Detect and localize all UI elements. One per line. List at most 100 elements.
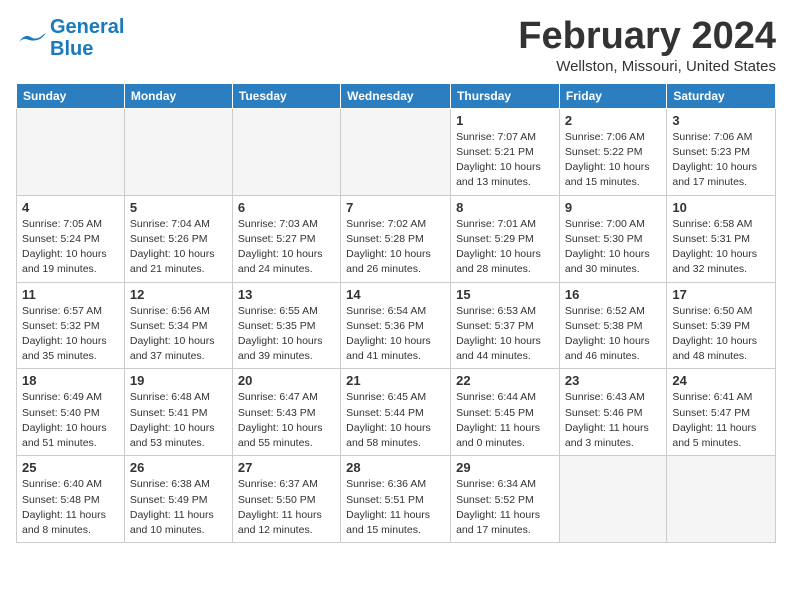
calendar-cell: 16 Sunrise: 6:52 AMSunset: 5:38 PMDayligh… bbox=[559, 282, 666, 369]
calendar-cell: 3 Sunrise: 7:06 AMSunset: 5:23 PMDaylight… bbox=[667, 108, 776, 195]
day-number: 22 bbox=[456, 373, 554, 388]
title-area: February 2024 Wellston, Missouri, United… bbox=[518, 16, 776, 75]
calendar-week-row: 11 Sunrise: 6:57 AMSunset: 5:32 PMDayligh… bbox=[17, 282, 776, 369]
day-number: 28 bbox=[346, 460, 445, 475]
calendar-cell: 26 Sunrise: 6:38 AMSunset: 5:49 PMDayligh… bbox=[124, 456, 232, 543]
calendar-cell: 5 Sunrise: 7:04 AMSunset: 5:26 PMDaylight… bbox=[124, 195, 232, 282]
calendar-cell: 25 Sunrise: 6:40 AMSunset: 5:48 PMDayligh… bbox=[17, 456, 125, 543]
day-info: Sunrise: 6:56 AMSunset: 5:34 PMDaylight:… bbox=[130, 304, 227, 365]
calendar-cell: 4 Sunrise: 7:05 AMSunset: 5:24 PMDaylight… bbox=[17, 195, 125, 282]
weekday-header-monday: Monday bbox=[124, 83, 232, 108]
day-info: Sunrise: 6:58 AMSunset: 5:31 PMDaylight:… bbox=[672, 217, 770, 278]
day-info: Sunrise: 7:03 AMSunset: 5:27 PMDaylight:… bbox=[238, 217, 335, 278]
calendar-week-row: 25 Sunrise: 6:40 AMSunset: 5:48 PMDayligh… bbox=[17, 456, 776, 543]
day-number: 7 bbox=[346, 200, 445, 215]
day-info: Sunrise: 6:53 AMSunset: 5:37 PMDaylight:… bbox=[456, 304, 554, 365]
calendar-cell: 27Sunrise: 6:37 AMSunset: 5:50 PMDayligh… bbox=[232, 456, 340, 543]
day-number: 1 bbox=[456, 113, 554, 128]
calendar-table: SundayMondayTuesdayWednesdayThursdayFrid… bbox=[16, 83, 776, 543]
day-number: 5 bbox=[130, 200, 227, 215]
calendar-cell: 20 Sunrise: 6:47 AMSunset: 5:43 PMDayligh… bbox=[232, 369, 340, 456]
weekday-header-saturday: Saturday bbox=[667, 83, 776, 108]
day-info: Sunrise: 6:41 AMSunset: 5:47 PMDaylight:… bbox=[672, 390, 770, 451]
weekday-header-tuesday: Tuesday bbox=[232, 83, 340, 108]
day-number: 16 bbox=[565, 287, 661, 302]
day-info: Sunrise: 7:02 AMSunset: 5:28 PMDaylight:… bbox=[346, 217, 445, 278]
day-number: 20 bbox=[238, 373, 335, 388]
day-info: Sunrise: 7:07 AMSunset: 5:21 PMDaylight:… bbox=[456, 130, 554, 191]
logo-line2: Blue bbox=[50, 38, 93, 60]
calendar-cell: 17 Sunrise: 6:50 AMSunset: 5:39 PMDayligh… bbox=[667, 282, 776, 369]
day-info: Sunrise: 6:36 AMSunset: 5:51 PMDaylight:… bbox=[346, 477, 445, 538]
day-info: Sunrise: 7:01 AMSunset: 5:29 PMDaylight:… bbox=[456, 217, 554, 278]
day-number: 9 bbox=[565, 200, 661, 215]
weekday-header-row: SundayMondayTuesdayWednesdayThursdayFrid… bbox=[17, 83, 776, 108]
logo-line1: General bbox=[50, 16, 124, 38]
day-number: 19 bbox=[130, 373, 227, 388]
calendar-cell: 2 Sunrise: 7:06 AMSunset: 5:22 PMDaylight… bbox=[559, 108, 666, 195]
calendar-cell: 18 Sunrise: 6:49 AMSunset: 5:40 PMDayligh… bbox=[17, 369, 125, 456]
page-header: General Blue February 2024 Wellston, Mis… bbox=[16, 16, 776, 75]
day-number: 13 bbox=[238, 287, 335, 302]
day-info: Sunrise: 6:38 AMSunset: 5:49 PMDaylight:… bbox=[130, 477, 227, 538]
calendar-cell: 13Sunrise: 6:55 AMSunset: 5:35 PMDayligh… bbox=[232, 282, 340, 369]
day-info: Sunrise: 6:43 AMSunset: 5:46 PMDaylight:… bbox=[565, 390, 661, 451]
calendar-cell: 11 Sunrise: 6:57 AMSunset: 5:32 PMDayligh… bbox=[17, 282, 125, 369]
day-number: 21 bbox=[346, 373, 445, 388]
day-number: 18 bbox=[22, 373, 119, 388]
day-number: 8 bbox=[456, 200, 554, 215]
day-info: Sunrise: 6:50 AMSunset: 5:39 PMDaylight:… bbox=[672, 304, 770, 365]
month-title: February 2024 bbox=[518, 16, 776, 58]
calendar-cell: 15 Sunrise: 6:53 AMSunset: 5:37 PMDayligh… bbox=[451, 282, 560, 369]
day-info: Sunrise: 6:48 AMSunset: 5:41 PMDaylight:… bbox=[130, 390, 227, 451]
day-info: Sunrise: 7:05 AMSunset: 5:24 PMDaylight:… bbox=[22, 217, 119, 278]
day-number: 25 bbox=[22, 460, 119, 475]
day-number: 4 bbox=[22, 200, 119, 215]
day-number: 26 bbox=[130, 460, 227, 475]
day-number: 11 bbox=[22, 287, 119, 302]
calendar-cell: 9 Sunrise: 7:00 AMSunset: 5:30 PMDaylight… bbox=[559, 195, 666, 282]
logo-icon bbox=[16, 30, 46, 48]
calendar-cell: 22 Sunrise: 6:44 AMSunset: 5:45 PMDayligh… bbox=[451, 369, 560, 456]
calendar-cell: 14Sunrise: 6:54 AMSunset: 5:36 PMDayligh… bbox=[341, 282, 451, 369]
logo-text: General Blue bbox=[50, 16, 124, 60]
weekday-header-thursday: Thursday bbox=[451, 83, 560, 108]
day-info: Sunrise: 6:34 AMSunset: 5:52 PMDaylight:… bbox=[456, 477, 554, 538]
day-number: 23 bbox=[565, 373, 661, 388]
day-info: Sunrise: 6:47 AMSunset: 5:43 PMDaylight:… bbox=[238, 390, 335, 451]
logo: General Blue bbox=[16, 16, 124, 60]
day-info: Sunrise: 6:57 AMSunset: 5:32 PMDaylight:… bbox=[22, 304, 119, 365]
calendar-week-row: 1 Sunrise: 7:07 AMSunset: 5:21 PMDaylight… bbox=[17, 108, 776, 195]
day-info: Sunrise: 7:06 AMSunset: 5:22 PMDaylight:… bbox=[565, 130, 661, 191]
calendar-cell: 1 Sunrise: 7:07 AMSunset: 5:21 PMDaylight… bbox=[451, 108, 560, 195]
calendar-cell: 29 Sunrise: 6:34 AMSunset: 5:52 PMDayligh… bbox=[451, 456, 560, 543]
day-number: 3 bbox=[672, 113, 770, 128]
calendar-cell: 21Sunrise: 6:45 AMSunset: 5:44 PMDayligh… bbox=[341, 369, 451, 456]
day-info: Sunrise: 6:49 AMSunset: 5:40 PMDaylight:… bbox=[22, 390, 119, 451]
day-number: 29 bbox=[456, 460, 554, 475]
calendar-cell bbox=[341, 108, 451, 195]
day-number: 2 bbox=[565, 113, 661, 128]
calendar-cell: 23 Sunrise: 6:43 AMSunset: 5:46 PMDayligh… bbox=[559, 369, 666, 456]
day-info: Sunrise: 6:40 AMSunset: 5:48 PMDaylight:… bbox=[22, 477, 119, 538]
weekday-header-friday: Friday bbox=[559, 83, 666, 108]
calendar-cell bbox=[667, 456, 776, 543]
day-number: 17 bbox=[672, 287, 770, 302]
weekday-header-sunday: Sunday bbox=[17, 83, 125, 108]
calendar-cell: 10 Sunrise: 6:58 AMSunset: 5:31 PMDayligh… bbox=[667, 195, 776, 282]
calendar-week-row: 18 Sunrise: 6:49 AMSunset: 5:40 PMDayligh… bbox=[17, 369, 776, 456]
day-number: 10 bbox=[672, 200, 770, 215]
day-info: Sunrise: 6:52 AMSunset: 5:38 PMDaylight:… bbox=[565, 304, 661, 365]
calendar-cell bbox=[232, 108, 340, 195]
day-info: Sunrise: 7:06 AMSunset: 5:23 PMDaylight:… bbox=[672, 130, 770, 191]
day-number: 12 bbox=[130, 287, 227, 302]
day-info: Sunrise: 7:00 AMSunset: 5:30 PMDaylight:… bbox=[565, 217, 661, 278]
day-info: Sunrise: 6:37 AMSunset: 5:50 PMDaylight:… bbox=[238, 477, 335, 538]
day-info: Sunrise: 7:04 AMSunset: 5:26 PMDaylight:… bbox=[130, 217, 227, 278]
day-number: 15 bbox=[456, 287, 554, 302]
calendar-cell: 12 Sunrise: 6:56 AMSunset: 5:34 PMDayligh… bbox=[124, 282, 232, 369]
day-info: Sunrise: 6:54 AMSunset: 5:36 PMDaylight:… bbox=[346, 304, 445, 365]
calendar-week-row: 4 Sunrise: 7:05 AMSunset: 5:24 PMDaylight… bbox=[17, 195, 776, 282]
day-info: Sunrise: 6:44 AMSunset: 5:45 PMDaylight:… bbox=[456, 390, 554, 451]
weekday-header-wednesday: Wednesday bbox=[341, 83, 451, 108]
